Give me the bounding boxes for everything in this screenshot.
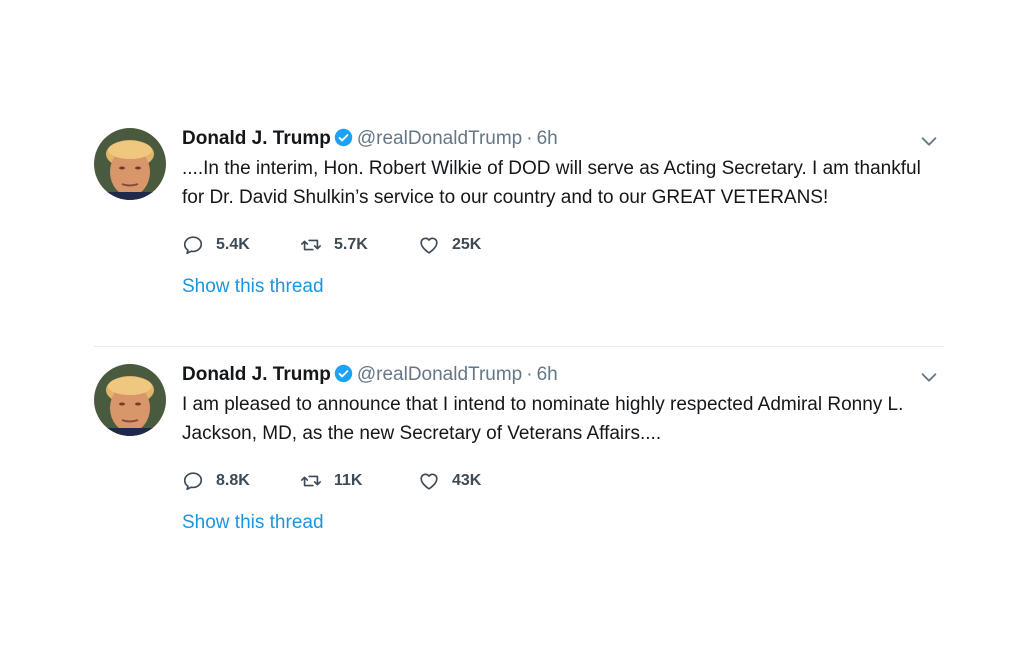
- chevron-down-icon[interactable]: [918, 130, 940, 152]
- reply-button[interactable]: 8.8K: [182, 470, 300, 492]
- retweet-count: 11K: [334, 472, 363, 489]
- reply-icon: [183, 236, 203, 255]
- tweet-header: Donald J. Trump @realDonaldTrump · 6h: [182, 126, 922, 152]
- retweet-count: 5.7K: [334, 236, 368, 253]
- show-thread-link[interactable]: Show this thread: [182, 276, 324, 298]
- reply-count: 5.4K: [216, 236, 250, 253]
- separator-dot: ·: [526, 364, 533, 385]
- chevron-down-icon[interactable]: [918, 366, 940, 388]
- tweet-text: I am pleased to announce that I intend t…: [182, 394, 904, 444]
- retweet-icon: [301, 239, 321, 251]
- verified-badge-icon: [334, 128, 353, 147]
- separator-dot: ·: [526, 128, 533, 149]
- timestamp[interactable]: 6h: [537, 128, 558, 149]
- author-handle[interactable]: @realDonaldTrump: [357, 128, 522, 149]
- timestamp[interactable]: 6h: [537, 364, 558, 385]
- divider: [94, 346, 944, 347]
- tweet-content: Donald J. Trump @realDonaldTrump · 6h ....I…: [182, 126, 937, 298]
- like-count: 43K: [452, 472, 482, 489]
- heart-icon: [420, 237, 438, 254]
- heart-icon: [420, 473, 438, 490]
- author-name[interactable]: Donald J. Trump: [182, 128, 331, 149]
- reply-count: 8.8K: [216, 472, 250, 489]
- reply-button[interactable]: 5.4K: [182, 234, 300, 256]
- tweet-text: ....In the interim, Hon. Robert Wilkie o…: [182, 158, 921, 208]
- avatar[interactable]: [94, 128, 166, 200]
- author-name[interactable]: Donald J. Trump: [182, 364, 331, 385]
- avatar[interactable]: [94, 364, 166, 436]
- verified-badge-icon: [334, 364, 353, 383]
- like-count: 25K: [452, 236, 482, 253]
- like-button[interactable]: 43K: [418, 470, 536, 492]
- tweet-actions: 8.8K 11K 43K: [182, 468, 922, 494]
- retweet-button[interactable]: 11K: [300, 470, 418, 492]
- like-button[interactable]: 25K: [418, 234, 536, 256]
- author-handle[interactable]: @realDonaldTrump: [357, 364, 522, 385]
- tweet-content: Donald J. Trump @realDonaldTrump · 6h I am …: [182, 362, 937, 534]
- retweet-button[interactable]: 5.7K: [300, 234, 418, 256]
- tweet-header: Donald J. Trump @realDonaldTrump · 6h: [182, 362, 922, 388]
- tweet-actions: 5.4K 5.7K 25K: [182, 232, 922, 258]
- retweet-icon: [301, 475, 321, 487]
- show-thread-link[interactable]: Show this thread: [182, 512, 324, 534]
- reply-icon: [183, 472, 203, 491]
